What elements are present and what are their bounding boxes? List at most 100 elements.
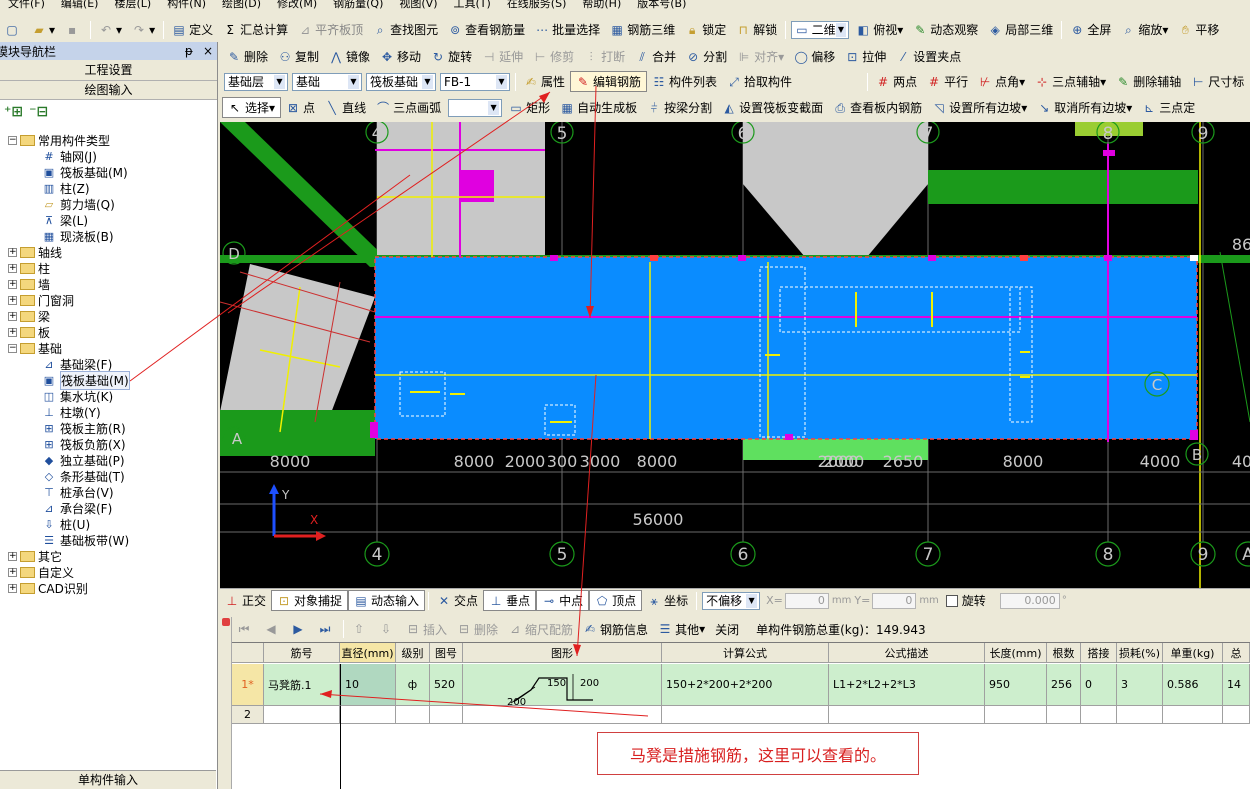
raft-slab[interactable] — [374, 256, 1198, 440]
close-icon[interactable] — [222, 618, 230, 626]
col-header-formula[interactable]: 计算公式 — [662, 643, 829, 663]
define-button[interactable]: ▤ 定义 — [167, 19, 218, 40]
tree-item-pile-cap[interactable]: ⊤ 桩承台(V) — [42, 484, 113, 500]
col-header-formula-desc[interactable]: 公式描述 — [829, 643, 985, 663]
tree-item-column-pier[interactable]: ⊥ 柱墩(Y) — [42, 404, 101, 420]
tree-item-raft-main-rebar[interactable]: ⊞ 筏板主筋(R) — [42, 420, 125, 436]
vertex-button[interactable]: ⬠ 顶点 — [589, 590, 643, 611]
two-point-button[interactable]: # 两点 — [871, 71, 922, 92]
menu-file[interactable]: 文件(F) — [0, 0, 53, 12]
tree-group-opening[interactable]: + 门窗洞 — [8, 292, 74, 308]
table-row[interactable]: 1* 马凳筋.1 10 ф 520 150 200 200 150+2*200+… — [232, 664, 1250, 706]
cell-grade[interactable]: ф — [396, 664, 430, 706]
col-header-shape[interactable]: 图形 — [463, 643, 662, 663]
lock-button[interactable]: 🔒︎ 锁定 — [680, 19, 731, 40]
tree-item-foundation-strip[interactable]: ☰ 基础板带(W) — [42, 532, 129, 548]
tree-group-foundation[interactable]: − 基础 — [8, 340, 62, 356]
tree-item-strip-footing[interactable]: ◇ 条形基础(T) — [42, 468, 125, 484]
pan-button[interactable]: ✋︎ 平移 — [1173, 19, 1224, 40]
tree-item-shear-wall[interactable]: ▱ 剪力墙(Q) — [42, 196, 115, 212]
col-header-grade[interactable]: 级别 — [396, 643, 430, 663]
line-button[interactable]: ╲ 直线 — [320, 97, 371, 118]
y-input[interactable]: 0 — [872, 592, 917, 609]
expand-all-icon[interactable]: ⁺⊞ — [4, 104, 23, 120]
break-button[interactable]: ⫶ 打断 — [579, 46, 630, 67]
tree-item-beam[interactable]: ⊼ 梁(L) — [42, 212, 88, 228]
stretch-button[interactable]: ⊡ 拉伸 — [840, 46, 891, 67]
cell-empty[interactable] — [1081, 706, 1117, 724]
orbit-button[interactable]: ✎ 动态观察 — [908, 19, 983, 40]
expand-icon[interactable]: + — [8, 551, 17, 561]
view-mode-select[interactable]: ▭ 二维 ▼ — [791, 20, 850, 39]
offset-button[interactable]: ◯ 偏移 — [789, 46, 840, 67]
pin-icon[interactable]: ᵽ — [185, 44, 193, 58]
trim-button[interactable]: ⊢ 修剪 — [528, 46, 579, 67]
tree-group-cad[interactable]: + CAD识别 — [8, 580, 88, 596]
menu-modify[interactable]: 修改(M) — [269, 0, 325, 12]
rebar-info-button[interactable]: ✍︎ 钢筋信息 — [578, 619, 653, 640]
menu-view[interactable]: 视图(V) — [391, 0, 445, 12]
cell-empty[interactable] — [264, 706, 340, 724]
cell-bar-no[interactable]: 马凳筋.1 — [264, 664, 340, 706]
table-row[interactable]: 2 — [232, 706, 1250, 724]
set-all-slopes-button[interactable]: ◹ 设置所有边坡 ▾ — [927, 97, 1032, 118]
tree-item-isolated-footing[interactable]: ◆ 独立基础(P) — [42, 452, 125, 468]
expand-icon[interactable]: + — [8, 311, 17, 321]
delete-aux-axis-button[interactable]: ✎ 删除辅轴 — [1111, 71, 1186, 92]
parallel-button[interactable]: # 平行 — [922, 71, 973, 92]
unlock-button[interactable]: ⊓ 解锁 — [731, 19, 782, 40]
component-type-select[interactable]: 筏板基础 ▼ — [366, 72, 436, 91]
align-button[interactable]: ⊫ 对齐 ▾ — [732, 46, 789, 67]
other-button[interactable]: ☰ 其他 ▾ — [653, 619, 710, 640]
tree-item-cap-beam[interactable]: ⊿ 承台梁(F) — [42, 500, 112, 516]
cell-empty[interactable] — [463, 706, 662, 724]
extend-button[interactable]: ⊣ 延伸 — [477, 46, 528, 67]
point-angle-button[interactable]: ⊬ 点角 ▾ — [973, 71, 1030, 92]
expand-icon[interactable]: + — [8, 247, 17, 257]
collapse-icon[interactable]: − — [8, 343, 17, 353]
collapse-icon[interactable]: − — [8, 135, 17, 145]
row-index[interactable]: 2 — [232, 706, 264, 724]
save-button[interactable]: ▪ — [60, 19, 87, 40]
cell-empty[interactable] — [985, 706, 1047, 724]
single-component-input-button[interactable]: 单构件输入 — [0, 770, 216, 789]
menu-draw[interactable]: 绘图(D) — [214, 0, 269, 12]
tree-item-column[interactable]: ▥ 柱(Z) — [42, 180, 90, 196]
col-header-count[interactable]: 根数 — [1047, 643, 1081, 663]
cell-formula[interactable]: 150+2*200+2*200 — [662, 664, 829, 706]
last-record-button[interactable]: ⏭ — [313, 619, 340, 640]
drawing-canvas[interactable]: 4 5 6 7 8 9 4 5 6 7 8 9 A D A B C 8000 8… — [220, 122, 1250, 588]
tree-item-slab[interactable]: ▦ 现浇板(B) — [42, 228, 114, 244]
prev-record-button[interactable]: ◀ — [259, 619, 286, 640]
insert-button[interactable]: ⊟ 插入 — [401, 619, 452, 640]
fullscreen-button[interactable]: ⊕ 全屏 — [1065, 19, 1116, 40]
three-point-define-button[interactable]: ⊾ 三点定 — [1137, 97, 1200, 118]
dynamic-input-button[interactable]: ▤ 动态输入 — [348, 590, 426, 611]
cell-shape-no[interactable]: 520 — [430, 664, 463, 706]
auto-gen-slab-button[interactable]: ▦ 自动生成板 — [555, 97, 642, 118]
cell-empty[interactable] — [1163, 706, 1223, 724]
col-header-lap[interactable]: 搭接 — [1081, 643, 1117, 663]
coordinate-button[interactable]: ⚹ 坐标 — [642, 590, 693, 611]
project-settings-button[interactable]: 工程设置 — [0, 60, 217, 81]
expand-icon[interactable]: + — [8, 295, 17, 305]
partial-3d-button[interactable]: ◈ 局部三维 — [983, 19, 1058, 40]
close-icon[interactable]: × — [203, 44, 213, 58]
col-header-bar-no[interactable]: 筋号 — [264, 643, 340, 663]
tree-group-custom[interactable]: + 自定义 — [8, 564, 74, 580]
level-top-button[interactable]: ⊿ 平齐板顶 — [293, 19, 368, 40]
set-grip-button[interactable]: ⁄ 设置夹点 — [891, 46, 966, 67]
rebar-3d-button[interactable]: ▦ 钢筋三维 — [605, 19, 680, 40]
properties-button[interactable]: ✍︎ 属性 — [519, 71, 570, 92]
x-input[interactable]: 0 — [784, 592, 829, 609]
first-record-button[interactable]: ⏮ — [232, 619, 259, 640]
menu-floor[interactable]: 楼层(L) — [106, 0, 159, 12]
move-down-button[interactable]: ⇩ — [374, 619, 401, 640]
tree-group-beam[interactable]: + 梁 — [8, 308, 50, 324]
category-select[interactable]: 基础 ▼ — [292, 72, 362, 91]
tree-group-column[interactable]: + 柱 — [8, 260, 50, 276]
move-up-button[interactable]: ⇧ — [347, 619, 374, 640]
tree-item-raft[interactable]: ▣ 筏板基础(M) — [42, 164, 128, 180]
menu-rebar[interactable]: 钢筋量(Q) — [325, 0, 391, 12]
new-button[interactable]: ▢ — [0, 19, 27, 40]
